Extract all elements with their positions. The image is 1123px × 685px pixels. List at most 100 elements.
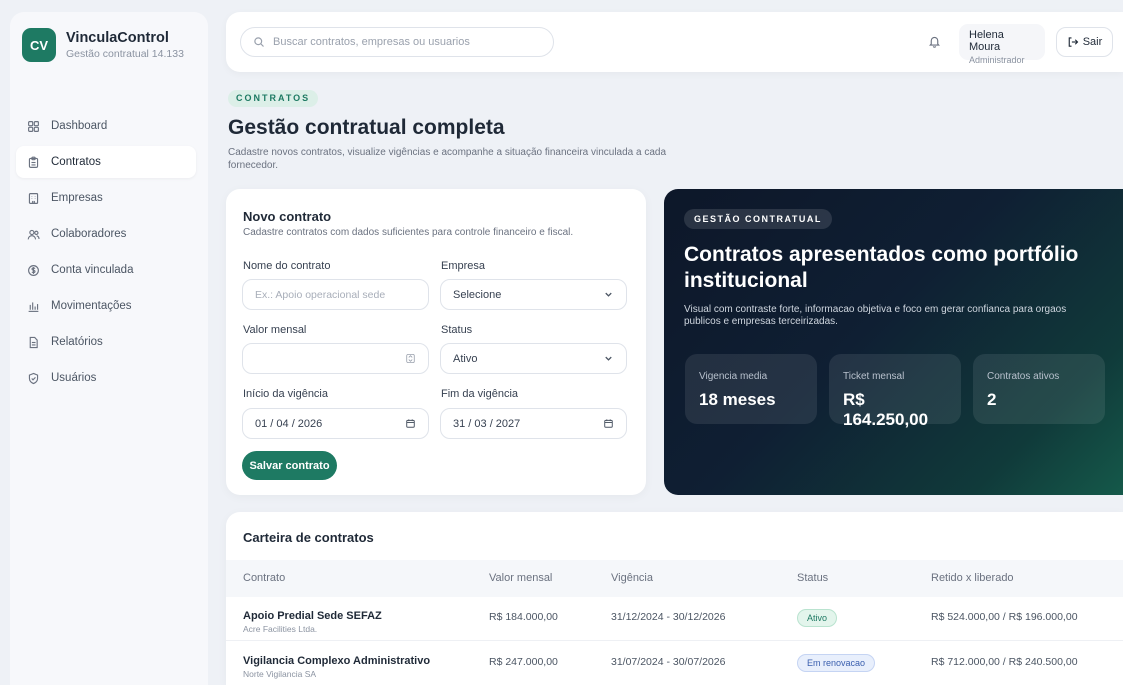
- page-tag: CONTRATOS: [228, 90, 319, 107]
- shield-check-icon: [26, 371, 40, 385]
- sidebar-item-conta-vinculada[interactable]: Conta vinculada: [16, 254, 196, 286]
- stat-value: 2: [987, 390, 997, 409]
- column-header-vigencia[interactable]: Vigência: [611, 572, 653, 584]
- bar-chart-icon: [26, 299, 40, 313]
- user-menu[interactable]: Helena Moura Administrador: [959, 24, 1045, 65]
- user-role: Administrador: [969, 55, 1025, 65]
- contract-name: Vigilancia Complexo Administrativo: [243, 655, 431, 667]
- monthly-value-label: Valor mensal: [243, 324, 307, 336]
- start-date-value: 01 / 04 / 2026: [255, 417, 323, 430]
- calendar-icon[interactable]: [405, 418, 416, 429]
- building-icon: [26, 191, 40, 205]
- sidebar-item-empresas[interactable]: Empresas: [16, 182, 196, 214]
- number-stepper-icon[interactable]: [405, 353, 416, 364]
- sidebar-nav: Dashboard Contratos Empresas Colaborador…: [10, 110, 208, 394]
- sidebar-item-colaboradores[interactable]: Colaboradores: [16, 218, 196, 250]
- sidebar-item-label: Dashboard: [51, 120, 108, 132]
- table-row[interactable]: Vigilancia Complexo Administrativo Norte…: [226, 642, 1123, 685]
- start-date-field[interactable]: 01 / 04 / 2026: [242, 408, 429, 439]
- sidebar-item-label: Usuários: [51, 372, 97, 384]
- chevron-down-icon: [605, 292, 612, 297]
- status-label: Status: [441, 324, 473, 336]
- contract-name-input[interactable]: [255, 288, 416, 301]
- sidebar-item-label: Contratos: [51, 156, 101, 168]
- sidebar-item-label: Conta vinculada: [51, 264, 134, 276]
- search-box[interactable]: [240, 27, 554, 57]
- retained-released-cell: R$ 524.000,00 / R$ 196.000,00: [931, 611, 1078, 623]
- stat-value: 18 meses: [699, 390, 776, 409]
- column-header-status[interactable]: Status: [797, 572, 828, 584]
- company-selected-value: Selecione: [453, 288, 502, 301]
- stat-contratos-ativos: Contratos ativos 2: [973, 354, 1105, 424]
- period-cell: 31/07/2024 - 30/07/2026: [611, 656, 726, 668]
- stat-ticket-mensal: Ticket mensal R$ 164.250,00: [829, 354, 961, 429]
- column-header-retido-liberado[interactable]: Retido x liberado: [931, 572, 1014, 584]
- document-icon: [26, 335, 40, 349]
- sidebar: CV VinculaControl Gestão contratual 14.1…: [10, 12, 208, 685]
- save-contract-button[interactable]: Salvar contrato: [242, 451, 337, 480]
- contract-name: Apoio Predial Sede SEFAZ: [243, 610, 382, 622]
- bell-icon: [928, 36, 940, 48]
- calendar-icon[interactable]: [603, 418, 614, 429]
- table-row[interactable]: Apoio Predial Sede SEFAZ Acre Facilities…: [226, 597, 1123, 641]
- status-selected-value: Ativo: [453, 352, 478, 365]
- company-label: Empresa: [441, 260, 486, 272]
- users-icon: [26, 227, 40, 241]
- hero-tag: GESTÃO CONTRATUAL: [684, 209, 832, 229]
- retained-released-cell: R$ 712.000,00 / R$ 240.500,00: [931, 656, 1078, 668]
- stat-label: Vigencia media: [699, 371, 768, 382]
- start-date-label: Início da vigência: [243, 388, 328, 400]
- sidebar-item-usuarios[interactable]: Usuários: [16, 362, 196, 394]
- stat-label: Ticket mensal: [843, 371, 905, 382]
- table-header: Contrato Valor mensal Vigência Status Re…: [226, 560, 1123, 597]
- contract-name-cell: Vigilancia Complexo Administrativo Norte…: [243, 655, 430, 679]
- column-header-contrato[interactable]: Contrato: [243, 572, 285, 584]
- end-date-field[interactable]: 31 / 03 / 2027: [440, 408, 627, 439]
- topbar: Helena Moura Administrador Sair: [226, 12, 1123, 72]
- brand[interactable]: CV VinculaControl Gestão contratual 14.1…: [10, 12, 208, 78]
- portfolio-hero-card: GESTÃO CONTRATUAL Contratos apresentados…: [664, 189, 1123, 495]
- end-date-label: Fim da vigência: [441, 388, 519, 400]
- logout-button[interactable]: Sair: [1056, 27, 1113, 57]
- stat-vigencia-media: Vigencia media 18 meses: [685, 354, 817, 424]
- stat-value: R$ 164.250,00: [843, 390, 929, 429]
- clipboard-icon: [26, 155, 40, 169]
- grid-icon: [26, 119, 40, 133]
- user-name: Helena Moura: [969, 29, 1004, 53]
- monthly-value-cell: R$ 247.000,00: [489, 656, 558, 668]
- form-title: Novo contrato: [243, 209, 332, 224]
- monthly-value-field[interactable]: [242, 343, 429, 374]
- status-badge: Ativo: [797, 609, 838, 627]
- contract-company: Norte Vigilancia SA: [243, 669, 317, 679]
- column-header-valor-mensal[interactable]: Valor mensal: [489, 572, 552, 584]
- brand-subtitle: Gestão contratual 14.133: [66, 48, 184, 60]
- coin-icon: [26, 263, 40, 277]
- hero-description: Visual com contraste forte, informacao o…: [684, 304, 1067, 327]
- table-title: Carteira de contratos: [243, 530, 374, 545]
- search-input[interactable]: [273, 36, 543, 48]
- sidebar-item-label: Relatórios: [51, 336, 103, 348]
- page-description: Cadastre novos contratos, visualize vigê…: [228, 147, 667, 171]
- sidebar-item-label: Empresas: [51, 192, 103, 204]
- page-title: Gestão contratual completa: [228, 116, 505, 139]
- stat-label: Contratos ativos: [987, 371, 1060, 382]
- logout-icon: [1068, 37, 1079, 47]
- notifications-button[interactable]: [922, 29, 946, 53]
- monthly-value-cell: R$ 184.000,00: [489, 611, 558, 623]
- sidebar-item-relatorios[interactable]: Relatórios: [16, 326, 196, 358]
- contract-name-field[interactable]: [242, 279, 429, 310]
- status-select[interactable]: Ativo: [440, 343, 627, 374]
- sidebar-item-dashboard[interactable]: Dashboard: [16, 110, 196, 142]
- contract-name-cell: Apoio Predial Sede SEFAZ Acre Facilities…: [243, 610, 382, 634]
- contract-company: Acre Facilities Ltda.: [243, 624, 318, 634]
- search-icon: [254, 37, 264, 47]
- chevron-down-icon: [605, 356, 612, 361]
- company-select[interactable]: Selecione: [440, 279, 627, 310]
- status-badge: Em renovacao: [797, 654, 876, 672]
- sidebar-item-contratos[interactable]: Contratos: [16, 146, 196, 178]
- brand-name: VinculaControl: [66, 30, 169, 46]
- form-subtitle: Cadastre contratos com dados suficientes…: [243, 227, 574, 238]
- sidebar-item-label: Colaboradores: [51, 228, 127, 240]
- logout-label: Sair: [1082, 36, 1103, 48]
- sidebar-item-movimentacoes[interactable]: Movimentações: [16, 290, 196, 322]
